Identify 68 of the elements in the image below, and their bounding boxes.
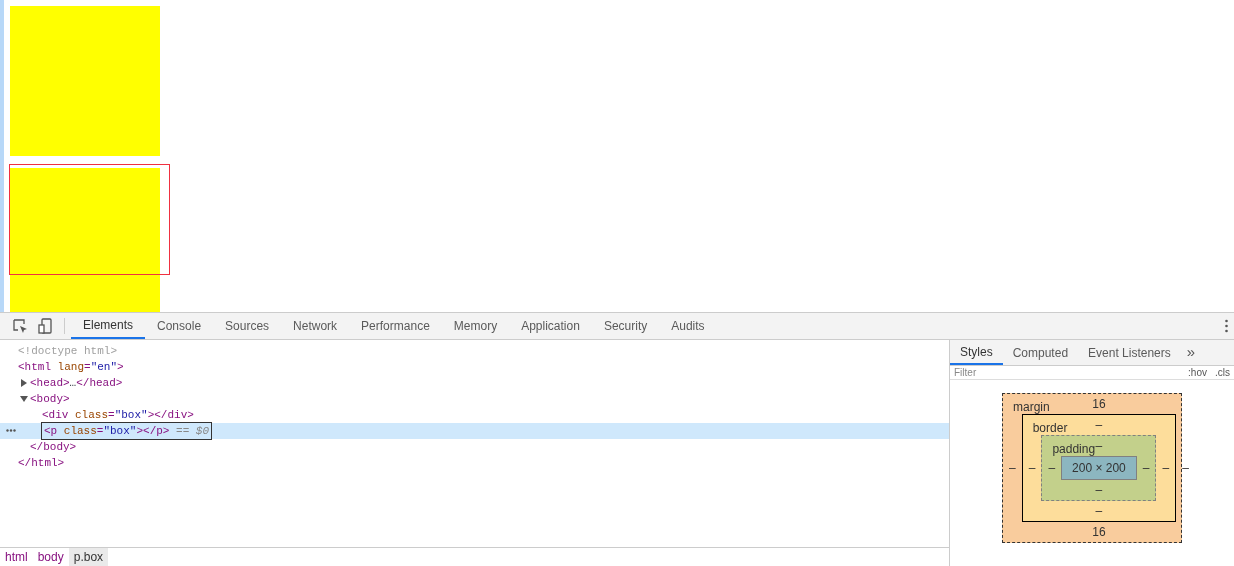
more-icon[interactable] <box>1225 319 1228 333</box>
code-token: … <box>69 376 77 389</box>
box-value: – <box>1095 482 1103 499</box>
code-token: <body> <box>30 392 70 405</box>
code-token: </html> <box>18 455 65 471</box>
code-token: <head> <box>30 376 70 389</box>
code-token: ></p> <box>136 424 170 437</box>
filter-toggle[interactable]: :hov <box>1184 367 1211 378</box>
device-icon[interactable] <box>38 318 52 334</box>
sidebar-tab[interactable]: Computed <box>1002 340 1079 365</box>
code-token: == $0 <box>175 424 210 437</box>
box-label: padding <box>1052 441 1096 458</box>
cursor-select-icon[interactable] <box>13 318 28 334</box>
panel-tab[interactable]: Sources <box>213 313 282 339</box>
code-token: lang <box>56 360 85 373</box>
triangle-icon[interactable] <box>20 379 28 387</box>
box-label: border <box>1032 420 1068 437</box>
sidebar-tab[interactable]: Event Listeners <box>1078 340 1181 365</box>
panel-tab[interactable]: Console <box>145 313 214 339</box>
triangle-icon[interactable] <box>20 395 28 403</box>
code-token: </body> <box>30 439 77 455</box>
content-box: 200 × 200 <box>1061 456 1137 480</box>
panel-tab[interactable]: Application <box>509 313 592 339</box>
dom-row[interactable]: <body> <box>0 391 949 407</box>
box-value: – <box>1095 417 1103 434</box>
code-token: <!doctype html> <box>18 344 118 357</box>
dom-row[interactable]: <head>…</head> <box>0 375 949 391</box>
box-value: – <box>1161 460 1171 477</box>
box-value: 16 <box>1092 396 1106 413</box>
code-token: <div <box>42 408 69 421</box>
breadcrumb-item[interactable]: body <box>32 548 69 566</box>
code-token: = <box>96 424 104 437</box>
code-token: > <box>117 360 124 373</box>
filter-toggle[interactable]: .cls <box>1211 367 1234 378</box>
panel-tab[interactable]: Elements <box>71 313 146 339</box>
breadcrumb-item[interactable]: html <box>0 548 33 566</box>
panel-tab[interactable]: Performance <box>349 313 442 339</box>
box-value: – <box>1095 503 1103 520</box>
dots-icon[interactable] <box>6 429 16 432</box>
dom-row[interactable]: <p class="box"></p> == $0 <box>0 423 949 439</box>
code-token: <html <box>18 360 51 373</box>
code-token: "box" <box>114 408 148 421</box>
sidebar-tab[interactable]: Styles <box>950 340 1003 365</box>
code-token: class <box>62 424 97 437</box>
box-value: – <box>1181 460 1190 477</box>
box-value: – <box>1008 460 1017 477</box>
code-token: "en" <box>90 360 118 373</box>
panel-tab[interactable]: Audits <box>659 313 717 339</box>
panel-tab[interactable]: Memory <box>441 313 510 339</box>
box-value: – <box>1141 460 1151 477</box>
dom-row[interactable]: <div class="box"></div> <box>0 407 949 423</box>
box-value: 16 <box>1092 524 1106 541</box>
box-value: – <box>1047 460 1057 477</box>
panel-tab[interactable]: Network <box>281 313 350 339</box>
code-token: = <box>84 360 91 373</box>
breadcrumb-item[interactable]: p.box <box>68 548 109 566</box>
code-token: </head> <box>76 376 123 389</box>
code-token: class <box>74 408 108 421</box>
dom-row[interactable]: <html lang="en"> <box>0 359 949 375</box>
box-value: – <box>1027 460 1037 477</box>
code-token: <p <box>44 424 58 437</box>
code-token: = <box>108 408 115 421</box>
more-tabs-button[interactable]: » <box>1180 341 1202 364</box>
panel-tab[interactable]: Security <box>591 313 660 339</box>
code-token: "box" <box>103 424 137 437</box>
box-value: – <box>1095 438 1103 453</box>
code-token: ></div> <box>147 408 194 421</box>
box-label: margin <box>1013 399 1050 416</box>
